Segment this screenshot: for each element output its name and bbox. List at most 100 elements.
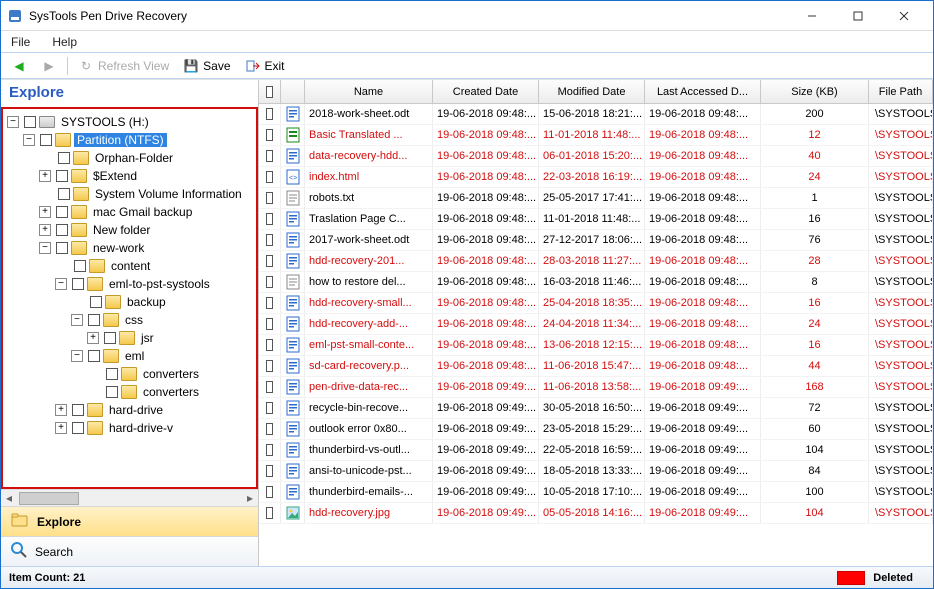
tree-backup[interactable]: backup — [7, 293, 256, 311]
nav-search[interactable]: Search — [1, 536, 258, 566]
checkbox[interactable] — [88, 350, 100, 362]
checkbox[interactable] — [266, 108, 273, 120]
table-row[interactable]: hdd-recovery-201...19-06-2018 09:48:...2… — [259, 251, 933, 272]
checkbox[interactable] — [40, 134, 52, 146]
expand-icon[interactable]: + — [39, 224, 51, 236]
checkbox[interactable] — [266, 150, 273, 162]
checkbox[interactable] — [266, 129, 273, 141]
tree-hscroll[interactable]: ◂ ▸ — [1, 489, 258, 506]
refresh-button[interactable]: ↻ Refresh View — [74, 56, 173, 76]
col-path[interactable]: File Path — [869, 80, 933, 103]
exit-button[interactable]: Exit — [241, 56, 289, 76]
checkbox[interactable] — [74, 260, 86, 272]
expand-icon[interactable]: + — [39, 170, 51, 182]
checkbox[interactable] — [266, 507, 273, 519]
checkbox[interactable] — [72, 404, 84, 416]
col-size[interactable]: Size (KB) — [761, 80, 869, 103]
tree-macgmail[interactable]: +mac Gmail backup — [7, 203, 256, 221]
table-row[interactable]: 2017-work-sheet.odt19-06-2018 09:48:...2… — [259, 230, 933, 251]
table-row[interactable]: data-recovery-hdd...19-06-2018 09:48:...… — [259, 146, 933, 167]
scroll-left-icon[interactable]: ◂ — [1, 490, 17, 506]
checkbox[interactable] — [266, 423, 273, 435]
checkbox[interactable] — [266, 213, 273, 225]
checkbox[interactable] — [56, 170, 68, 182]
expand-icon[interactable]: + — [87, 332, 99, 344]
scroll-right-icon[interactable]: ▸ — [242, 490, 258, 506]
checkbox[interactable] — [56, 224, 68, 236]
checkbox[interactable] — [266, 465, 273, 477]
tree-partition[interactable]: −Partition (NTFS) — [7, 131, 256, 149]
table-row[interactable]: robots.txt19-06-2018 09:48:...25-05-2017… — [259, 188, 933, 209]
checkbox[interactable] — [266, 171, 273, 183]
checkbox[interactable] — [72, 278, 84, 290]
table-row[interactable]: thunderbird-emails-...19-06-2018 09:49:.… — [259, 482, 933, 503]
checkbox[interactable] — [58, 188, 70, 200]
checkbox[interactable] — [72, 422, 84, 434]
tree-harddrivev[interactable]: +hard-drive-v — [7, 419, 256, 437]
tree-content[interactable]: content — [7, 257, 256, 275]
collapse-icon[interactable]: − — [55, 278, 67, 290]
collapse-icon[interactable]: − — [71, 350, 83, 362]
col-accessed[interactable]: Last Accessed D... — [645, 80, 761, 103]
maximize-button[interactable] — [835, 2, 881, 30]
tree-css[interactable]: −css — [7, 311, 256, 329]
checkbox[interactable] — [104, 332, 116, 344]
col-type[interactable] — [281, 80, 305, 103]
expand-icon[interactable]: + — [55, 404, 67, 416]
tree-newwork[interactable]: −new-work — [7, 239, 256, 257]
col-name[interactable]: Name — [305, 80, 433, 103]
expand-icon[interactable]: + — [39, 206, 51, 218]
tree-convert2[interactable]: converters — [7, 383, 256, 401]
checkbox[interactable] — [106, 368, 118, 380]
tree-extend[interactable]: +$Extend — [7, 167, 256, 185]
checkbox[interactable] — [266, 276, 273, 288]
table-row[interactable]: how to restore del...19-06-2018 09:48:..… — [259, 272, 933, 293]
tree-convert1[interactable]: converters — [7, 365, 256, 383]
scroll-thumb[interactable] — [19, 492, 79, 505]
col-created[interactable]: Created Date — [433, 80, 539, 103]
checkbox[interactable] — [88, 314, 100, 326]
table-row[interactable]: eml-pst-small-conte...19-06-2018 09:48:.… — [259, 335, 933, 356]
expand-icon[interactable]: + — [55, 422, 67, 434]
table-row[interactable]: 2018-work-sheet.odt19-06-2018 09:48:...1… — [259, 104, 933, 125]
table-row[interactable]: <>index.html19-06-2018 09:48:...22-03-20… — [259, 167, 933, 188]
save-button[interactable]: 💾 Save — [179, 56, 234, 76]
checkbox[interactable] — [266, 360, 273, 372]
checkbox[interactable] — [90, 296, 102, 308]
tree-harddrive[interactable]: +hard-drive — [7, 401, 256, 419]
table-row[interactable]: outlook error 0x80...19-06-2018 09:49:..… — [259, 419, 933, 440]
col-checkbox[interactable] — [259, 80, 281, 103]
collapse-icon[interactable]: − — [39, 242, 51, 254]
menu-file[interactable]: File — [11, 35, 30, 49]
checkbox[interactable] — [266, 339, 273, 351]
table-row[interactable]: hdd-recovery-add-...19-06-2018 09:48:...… — [259, 314, 933, 335]
checkbox[interactable] — [266, 297, 273, 309]
table-row[interactable]: sd-card-recovery.p...19-06-2018 09:48:..… — [259, 356, 933, 377]
checkbox[interactable] — [266, 86, 273, 98]
tree-sysvol[interactable]: System Volume Information — [7, 185, 256, 203]
checkbox[interactable] — [106, 386, 118, 398]
tree-orphan[interactable]: Orphan-Folder — [7, 149, 256, 167]
collapse-icon[interactable]: − — [23, 134, 35, 146]
checkbox[interactable] — [266, 234, 273, 246]
menu-help[interactable]: Help — [52, 35, 77, 49]
tree-jsr[interactable]: +jsr — [7, 329, 256, 347]
table-row[interactable]: hdd-recovery.jpg19-06-2018 09:49:...05-0… — [259, 503, 933, 524]
collapse-icon[interactable]: − — [7, 116, 19, 128]
checkbox[interactable] — [266, 444, 273, 456]
table-row[interactable]: thunderbird-vs-outl...19-06-2018 09:49:.… — [259, 440, 933, 461]
nav-back-button[interactable]: ◀ — [7, 56, 31, 76]
checkbox[interactable] — [266, 255, 273, 267]
checkbox[interactable] — [266, 318, 273, 330]
tree-emltopst[interactable]: −eml-to-pst-systools — [7, 275, 256, 293]
table-row[interactable]: Basic Translated ...19-06-2018 09:48:...… — [259, 125, 933, 146]
nav-explore[interactable]: Explore — [1, 506, 258, 536]
nav-forward-button[interactable]: ▶ — [37, 56, 61, 76]
checkbox[interactable] — [266, 486, 273, 498]
tree-eml[interactable]: −eml — [7, 347, 256, 365]
table-row[interactable]: pen-drive-data-rec...19-06-2018 09:49:..… — [259, 377, 933, 398]
checkbox[interactable] — [266, 192, 273, 204]
checkbox[interactable] — [56, 242, 68, 254]
checkbox[interactable] — [56, 206, 68, 218]
tree-newfolder[interactable]: +New folder — [7, 221, 256, 239]
